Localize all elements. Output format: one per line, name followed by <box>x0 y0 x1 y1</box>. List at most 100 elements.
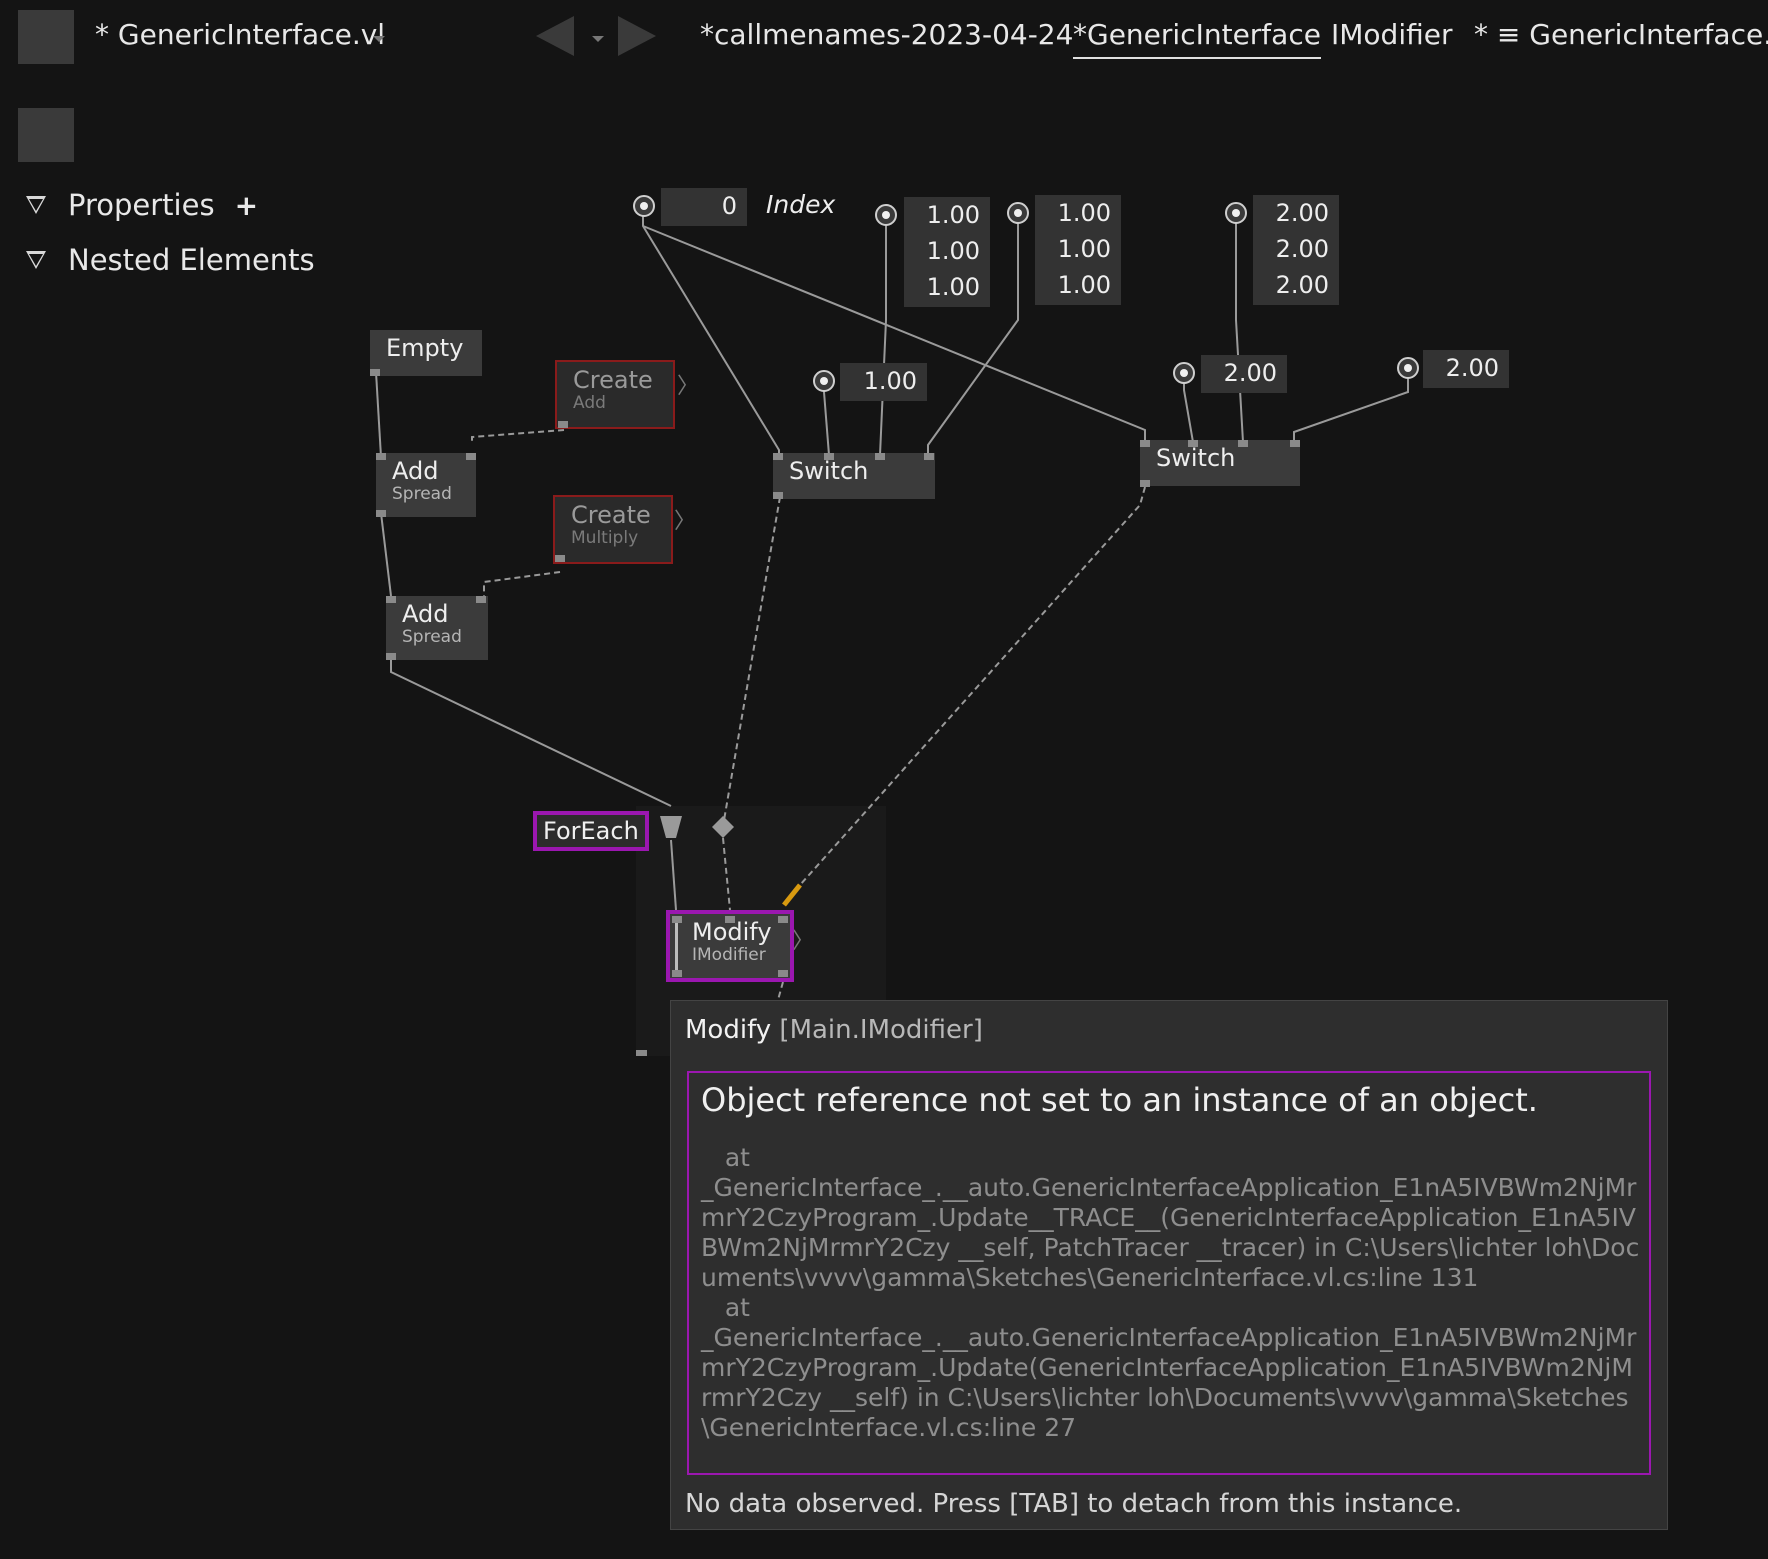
node-subtitle: Add <box>573 393 606 414</box>
spread-b-item[interactable]: 1.00 <box>1035 231 1111 267</box>
svg-text:〉: 〉 <box>677 374 699 399</box>
node-pin[interactable] <box>778 916 788 923</box>
node-pin[interactable] <box>476 596 486 603</box>
link-value-switch2 <box>1183 374 1194 443</box>
node-subtitle: Spread <box>402 627 462 648</box>
switch-node-2[interactable]: Switch <box>1140 440 1300 486</box>
node-pin[interactable] <box>778 970 788 977</box>
index-value[interactable]: 0 <box>661 188 737 224</box>
link-warning-segment <box>782 883 802 907</box>
node-title: Switch <box>789 457 869 485</box>
switch2-input-value[interactable]: 2.00 <box>1201 355 1277 391</box>
spread-a-item[interactable]: 1.00 <box>904 269 980 305</box>
node-pin[interactable] <box>824 453 834 460</box>
node-subtitle: IModifier <box>692 945 766 966</box>
spread-b-io-pin[interactable] <box>1007 202 1029 224</box>
spread-b-item[interactable]: 1.00 <box>1035 195 1111 231</box>
node-pin[interactable] <box>376 453 386 460</box>
index-value-box[interactable]: 0 <box>661 188 747 226</box>
spread-b-box[interactable]: 1.00 1.00 1.00 <box>1035 195 1121 305</box>
node-title: Switch <box>1156 444 1236 472</box>
node-pin[interactable] <box>1140 440 1150 447</box>
switch2-input-b-box[interactable]: 2.00 <box>1423 350 1509 388</box>
node-pin[interactable] <box>376 510 386 517</box>
node-pin[interactable] <box>672 970 682 977</box>
empty-node[interactable]: Empty <box>370 330 482 376</box>
node-pin[interactable] <box>386 596 396 603</box>
node-pin[interactable] <box>1140 480 1150 487</box>
link-switch2-modify <box>799 486 1146 886</box>
tooltip-title: Modify [Main.IModifier] <box>685 1015 983 1045</box>
link-value-b-switch2 <box>1293 370 1409 442</box>
spread-a-item[interactable]: 1.00 <box>904 233 980 269</box>
node-pin[interactable] <box>1238 440 1248 447</box>
link-modify-output <box>777 981 784 1001</box>
tooltip-footer: No data observed. Press [TAB] to detach … <box>685 1489 1463 1519</box>
link-empty-add1 <box>375 371 382 458</box>
node-title: Add <box>402 600 449 628</box>
switch2-input-io-pin[interactable] <box>1173 362 1195 384</box>
switch1-input-value[interactable]: 1.00 <box>840 363 917 399</box>
error-message: Object reference not set to an instance … <box>701 1081 1538 1119</box>
tooltip-node-type: [Main.IModifier] <box>779 1015 983 1045</box>
switch2-input-b-value[interactable]: 2.00 <box>1423 350 1499 386</box>
switch1-input-box[interactable]: 1.00 <box>840 363 927 401</box>
switch1-input-io-pin[interactable] <box>813 370 835 392</box>
spread-c-box[interactable]: 2.00 2.00 2.00 <box>1253 195 1339 305</box>
node-pin[interactable] <box>773 453 783 460</box>
node-subtitle: Spread <box>392 484 452 505</box>
node-title: Empty <box>386 334 464 362</box>
foreach-splicer-icon <box>660 816 682 838</box>
link-createadd-add1 <box>471 429 565 443</box>
create-multiply-node[interactable]: Create Multiply <box>553 495 673 564</box>
add-spread-node-2[interactable]: Add Spread <box>386 596 488 660</box>
error-tooltip: Modify [Main.IModifier] Object reference… <box>670 1000 1668 1530</box>
stack-trace: at _GenericInterface_.__auto.GenericInte… <box>701 1143 1640 1442</box>
node-pin[interactable] <box>386 653 396 660</box>
node-pin[interactable] <box>558 421 568 428</box>
node-title: Add <box>392 457 439 485</box>
node-pin[interactable] <box>875 453 885 460</box>
node-title: Create <box>573 366 653 394</box>
link-add1-add2 <box>380 512 392 597</box>
link-foreach-modify <box>670 839 677 911</box>
spread-c-item[interactable]: 2.00 <box>1253 195 1329 231</box>
index-io-pin[interactable] <box>633 195 655 217</box>
tooltip-node-name: Modify <box>685 1015 772 1045</box>
spread-c-io-pin[interactable] <box>1225 202 1247 224</box>
modify-left-bar <box>675 918 678 974</box>
node-pin[interactable] <box>773 492 783 499</box>
spread-b-item[interactable]: 1.00 <box>1035 267 1111 303</box>
node-pin[interactable] <box>466 453 476 460</box>
node-pin[interactable] <box>1188 440 1198 447</box>
switch-node-1[interactable]: Switch <box>773 453 935 499</box>
spread-a-item[interactable]: 1.00 <box>904 197 980 233</box>
link-value-switch1 <box>823 382 830 456</box>
foreach-region-label[interactable]: ForEach <box>533 811 649 851</box>
node-pin[interactable] <box>555 555 565 562</box>
node-pin[interactable] <box>725 916 735 923</box>
link-createmultiply-add2 <box>483 571 561 596</box>
spread-c-item[interactable]: 2.00 <box>1253 231 1329 267</box>
svg-text:〉: 〉 <box>674 509 696 534</box>
node-subtitle: Multiply <box>571 528 639 549</box>
create-add-node[interactable]: Create Add <box>555 360 675 429</box>
spread-a-box[interactable]: 1.00 1.00 1.00 <box>904 197 990 307</box>
switch2-input-box[interactable]: 2.00 <box>1201 355 1287 393</box>
error-box: Object reference not set to an instance … <box>687 1071 1651 1475</box>
node-pin[interactable] <box>1290 440 1300 447</box>
svg-text:〉: 〉 <box>792 929 814 954</box>
spread-a-io-pin[interactable] <box>875 204 897 226</box>
index-pad-label: Index <box>766 190 836 219</box>
switch2-input-b-io-pin[interactable] <box>1397 357 1419 379</box>
node-pin[interactable] <box>370 369 380 376</box>
foreach-accumulator-icon <box>712 816 734 838</box>
link-spread-a-switch1 <box>879 215 887 456</box>
node-title: Create <box>571 501 651 529</box>
node-pin[interactable] <box>924 453 934 460</box>
add-spread-node-1[interactable]: Add Spread <box>376 453 476 517</box>
link-add2-foreach <box>390 659 672 807</box>
node-pin[interactable] <box>672 916 682 923</box>
spread-c-item[interactable]: 2.00 <box>1253 267 1329 303</box>
link-foreach-modify-2 <box>722 837 731 911</box>
